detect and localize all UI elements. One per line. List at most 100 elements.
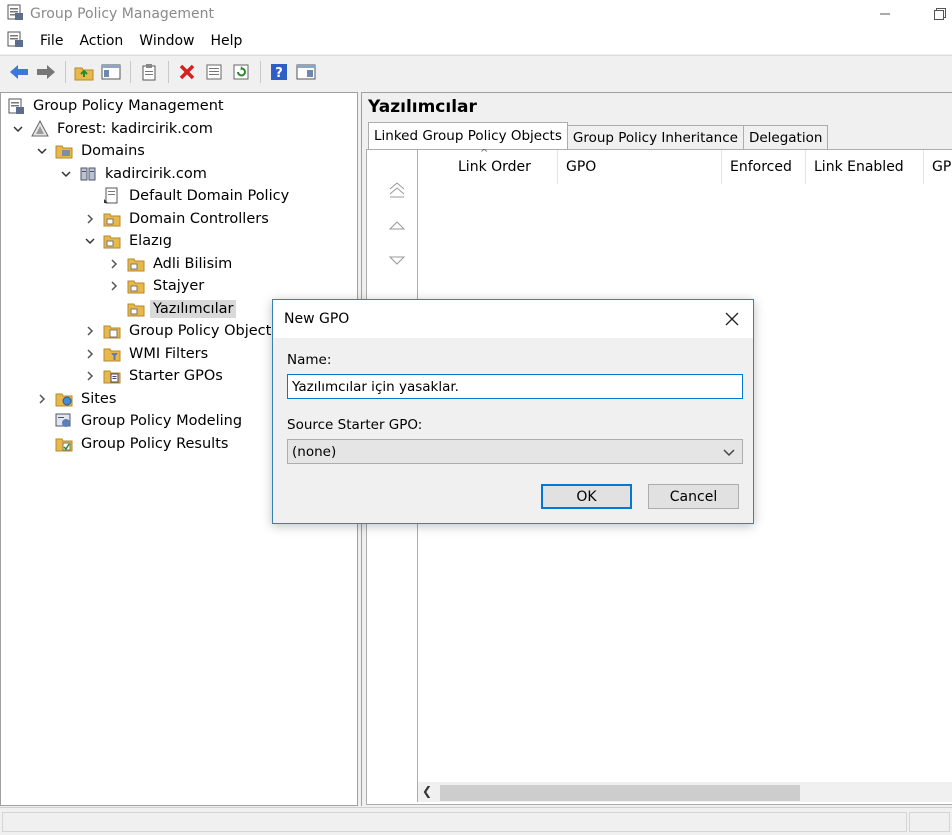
mmc-console-icon[interactable] <box>6 30 24 52</box>
source-starter-gpo-select[interactable]: (none) <box>287 439 743 464</box>
column-link-order[interactable]: ^ Link Order <box>418 148 558 184</box>
tab-linked-gpos[interactable]: Linked Group Policy Objects <box>368 122 568 149</box>
horizontal-scrollbar[interactable]: ❮ <box>418 782 952 802</box>
chevron-right-icon[interactable] <box>107 279 121 293</box>
close-icon[interactable] <box>717 305 747 333</box>
tree-label: kadircirik.com <box>105 166 207 182</box>
menu-file[interactable]: File <box>32 33 71 49</box>
move-down-icon[interactable] <box>387 250 407 270</box>
tree-item-default-domain-policy[interactable]: Default Domain Policy <box>103 185 292 207</box>
tree-label: Group Policy Management <box>33 98 224 114</box>
dialog-title: New GPO <box>284 311 350 327</box>
starter-gpo-folder-icon <box>103 367 121 385</box>
tree-item-yazilimcilar[interactable]: Yazılımcılar <box>127 298 237 320</box>
forest-icon <box>31 120 49 138</box>
scrollbar-thumb[interactable] <box>440 785 800 801</box>
tree-item-group-policy-objects[interactable]: Group Policy Objects <box>83 320 282 342</box>
ok-button[interactable]: OK <box>541 484 632 509</box>
toolbar-separator <box>168 61 169 83</box>
column-gpo[interactable]: GPO <box>558 150 722 184</box>
show-hide-tree-icon[interactable] <box>98 60 123 85</box>
menu-action[interactable]: Action <box>71 33 131 49</box>
column-gpo-status[interactable]: GP <box>924 150 952 184</box>
tree-item-stajyer[interactable]: Stajyer <box>107 275 207 297</box>
move-top-icon[interactable] <box>387 180 407 200</box>
sort-ascending-icon: ^ <box>480 148 489 159</box>
chevron-down-icon[interactable] <box>59 167 73 181</box>
minimize-button[interactable] <box>865 0 905 28</box>
tree-item-root[interactable]: Group Policy Management <box>7 95 227 117</box>
ou-folder-icon <box>103 210 121 228</box>
tree-label: Starter GPOs <box>129 368 223 384</box>
chevron-down-icon[interactable] <box>35 144 49 158</box>
scroll-left-icon[interactable]: ❮ <box>422 784 432 798</box>
gpo-link-icon <box>103 187 121 205</box>
help-icon[interactable]: ? <box>266 60 291 85</box>
tree-item-elazig[interactable]: Elazıg <box>83 230 175 252</box>
tree-label: Domain Controllers <box>129 211 269 227</box>
chevron-right-icon[interactable] <box>83 369 97 383</box>
gpm-app-icon <box>6 3 24 25</box>
sites-folder-icon <box>55 390 73 408</box>
tree-item-forest[interactable]: Forest: kadircirik.com <box>11 118 216 140</box>
tree-label: Stajyer <box>153 278 205 294</box>
tab-gp-inheritance[interactable]: Group Policy Inheritance <box>566 125 744 149</box>
new-gpo-dialog: New GPO Name: Source Starter GPO: (none)… <box>272 299 754 524</box>
chevron-right-icon[interactable] <box>83 324 97 338</box>
tree-label: Yazılımcılar <box>150 300 237 318</box>
chevron-right-icon[interactable] <box>83 347 97 361</box>
view-icon[interactable] <box>293 60 318 85</box>
dialog-titlebar: New GPO <box>273 300 753 338</box>
chevron-down-icon[interactable] <box>83 234 97 248</box>
tree-label: Adli Bilisim <box>153 256 233 272</box>
menu-window[interactable]: Window <box>131 33 202 49</box>
tree-item-wmi-filters[interactable]: WMI Filters <box>83 343 211 365</box>
wmi-folder-icon <box>103 345 121 363</box>
move-up-icon[interactable] <box>387 216 407 236</box>
column-link-enabled[interactable]: Link Enabled <box>806 150 924 184</box>
results-folder-icon <box>55 435 73 453</box>
tree-item-adli-bilisim[interactable]: Adli Bilisim <box>107 253 235 275</box>
chevron-right-icon[interactable] <box>35 392 49 406</box>
tree-item-domain[interactable]: kadircirik.com <box>59 163 210 185</box>
status-bar <box>0 807 952 835</box>
chevron-right-icon[interactable] <box>83 212 97 226</box>
status-segment <box>2 812 907 832</box>
tree-item-gp-modeling[interactable]: Group Policy Modeling <box>55 410 245 432</box>
tree-item-starter-gpos[interactable]: Starter GPOs <box>83 365 226 387</box>
chevron-down-icon <box>722 445 736 463</box>
menu-help[interactable]: Help <box>203 33 251 49</box>
gpm-root-icon <box>7 97 25 115</box>
tab-delegation[interactable]: Delegation <box>742 125 829 149</box>
tree-item-domain-controllers[interactable]: Domain Controllers <box>83 208 272 230</box>
chevron-down-icon[interactable] <box>11 122 25 136</box>
gpo-folder-icon <box>103 322 121 340</box>
tree-label: Forest: kadircirik.com <box>57 121 213 137</box>
up-folder-icon[interactable] <box>71 60 96 85</box>
chevron-right-icon[interactable] <box>107 257 121 271</box>
clipboard-icon[interactable] <box>136 60 161 85</box>
tree-label: Sites <box>81 391 117 407</box>
name-label: Name: <box>287 352 332 368</box>
maximize-button[interactable] <box>920 0 952 28</box>
toolbar: ? <box>0 55 952 88</box>
svg-text:?: ? <box>275 66 283 81</box>
tree-item-domains[interactable]: Domains <box>35 140 148 162</box>
modeling-icon <box>55 412 73 430</box>
toolbar-separator <box>65 61 66 83</box>
window-titlebar: Group Policy Management <box>0 0 952 28</box>
refresh-icon[interactable] <box>228 60 253 85</box>
toolbar-separator <box>130 61 131 83</box>
status-segment <box>909 812 950 832</box>
details-tabs: Linked Group Policy Objects Group Policy… <box>368 122 829 149</box>
back-arrow-icon[interactable] <box>6 60 31 85</box>
forward-arrow-icon[interactable] <box>33 60 58 85</box>
delete-icon[interactable] <box>174 60 199 85</box>
tree-label: WMI Filters <box>129 346 209 362</box>
cancel-button[interactable]: Cancel <box>648 484 739 509</box>
column-enforced[interactable]: Enforced <box>722 150 806 184</box>
tree-item-sites[interactable]: Sites <box>35 388 119 410</box>
properties-icon[interactable] <box>201 60 226 85</box>
tree-item-gp-results[interactable]: Group Policy Results <box>55 433 231 455</box>
gpo-name-input[interactable] <box>287 374 743 399</box>
